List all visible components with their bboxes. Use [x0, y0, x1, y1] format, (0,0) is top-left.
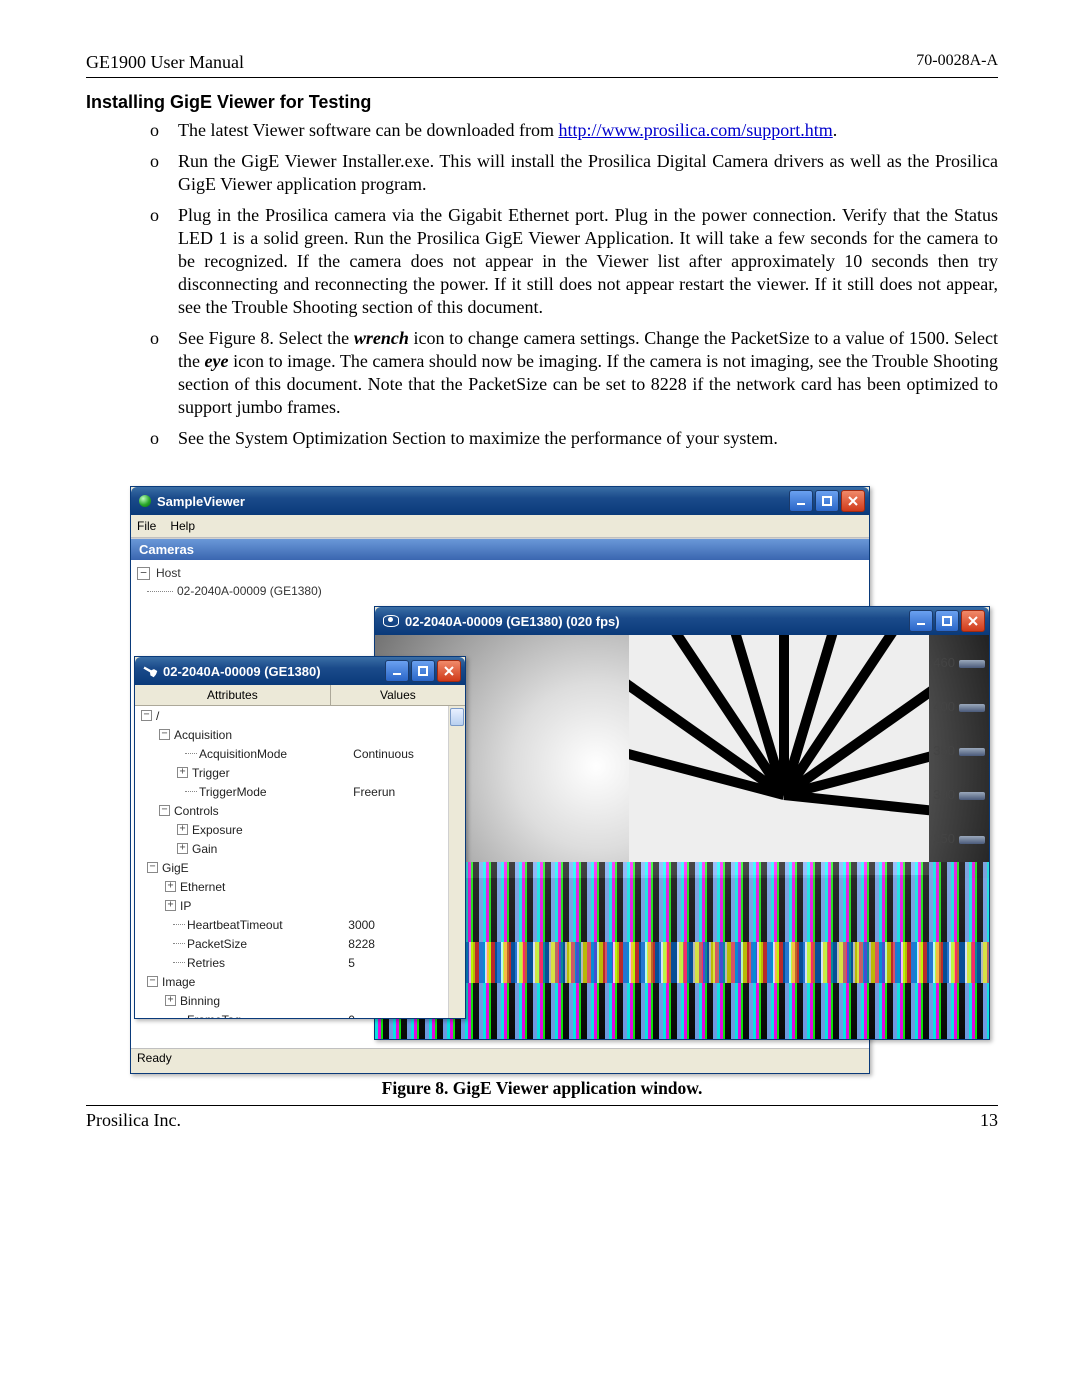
camera-image: 460 400 350 300 250 — [375, 635, 989, 1039]
expand-icon[interactable]: + — [165, 881, 176, 892]
minimize-button[interactable] — [789, 490, 813, 512]
attr-key: GigE — [162, 861, 189, 875]
collapse-icon[interactable]: − — [141, 710, 152, 721]
scrollbar-thumb[interactable] — [450, 708, 464, 726]
attr-key: / — [156, 709, 159, 723]
attr-row[interactable]: −/ — [135, 706, 465, 725]
app-icon — [139, 495, 151, 507]
attr-row[interactable]: TriggerModeFreerun — [135, 782, 465, 801]
attrwin-titlebar[interactable]: 02-2040A-00009 (GE1380) — [135, 657, 465, 685]
expand-icon[interactable]: + — [165, 995, 176, 1006]
imgwin-minimize-button[interactable] — [909, 610, 933, 632]
eye-icon — [383, 615, 399, 627]
attr-value: 3000 — [342, 918, 465, 932]
expand-icon[interactable]: + — [177, 767, 188, 778]
col-values[interactable]: Values — [331, 685, 465, 705]
sv-title: SampleViewer — [157, 494, 245, 509]
attr-row[interactable]: PacketSize 8228 — [135, 934, 465, 953]
footer-left: Prosilica Inc. — [86, 1110, 181, 1131]
tree-camera-row[interactable]: 02-2040A-00009 (GE1380) — [137, 582, 863, 600]
attr-row[interactable]: + Exposure — [135, 820, 465, 839]
footer-right: 13 — [980, 1110, 998, 1131]
bullet-2: Run the GigE Viewer Installer.exe. This … — [150, 150, 998, 196]
sv-titlebar[interactable]: SampleViewer — [131, 487, 869, 515]
attr-value: 5 — [342, 956, 465, 970]
col-attributes[interactable]: Attributes — [135, 685, 331, 705]
attr-scrollbar[interactable] — [448, 706, 465, 1018]
wrench-icon — [141, 663, 159, 680]
attr-row[interactable]: + Gain — [135, 839, 465, 858]
attr-key: FrameTag — [187, 1013, 241, 1019]
bullet-3: Plug in the Prosilica camera via the Gig… — [150, 204, 998, 319]
attributes-window: 02-2040A-00009 (GE1380) Attributes Value… — [134, 656, 466, 1019]
expand-icon[interactable]: + — [177, 843, 188, 854]
bullet-1: The latest Viewer software can be downlo… — [150, 119, 998, 142]
attr-row[interactable]: + IP — [135, 896, 465, 915]
attr-row[interactable]: Retries 5 — [135, 953, 465, 972]
ruler-labels: 460 400 350 300 250 — [933, 641, 985, 861]
attr-row[interactable]: −Image — [135, 972, 465, 991]
attr-row[interactable]: HeartbeatTimeout 3000 — [135, 915, 465, 934]
attr-header: Attributes Values — [135, 685, 465, 706]
attr-key: AcquisitionMode — [199, 747, 287, 761]
bullet-4: See Figure 8. Select the wrench icon to … — [150, 327, 998, 419]
expand-icon[interactable]: + — [177, 824, 188, 835]
section-title: Installing GigE Viewer for Testing — [86, 92, 998, 113]
imgwin-maximize-button[interactable] — [935, 610, 959, 632]
tree-host-row[interactable]: − Host — [137, 564, 863, 582]
attr-key: HeartbeatTimeout — [187, 918, 283, 932]
imgwin-close-button[interactable] — [961, 610, 985, 632]
collapse-icon[interactable]: − — [159, 729, 170, 740]
attr-key: Exposure — [192, 823, 243, 837]
rule-bottom — [86, 1105, 998, 1106]
expand-icon[interactable]: + — [165, 900, 176, 911]
attr-row[interactable]: + Binning — [135, 991, 465, 1010]
attr-value: 0 — [342, 1013, 465, 1019]
figure-caption: Figure 8. GigE Viewer application window… — [86, 1078, 998, 1099]
header-left: GE1900 User Manual — [86, 52, 244, 73]
attr-key: Ethernet — [180, 880, 225, 894]
rule-top — [86, 77, 998, 78]
attr-key: Binning — [180, 994, 220, 1008]
attr-row[interactable]: + Ethernet — [135, 877, 465, 896]
attr-key: Image — [162, 975, 195, 989]
attr-key: TriggerMode — [199, 785, 267, 799]
attr-value: 8228 — [342, 937, 465, 951]
attr-row[interactable]: −GigE — [135, 858, 465, 877]
collapse-icon[interactable]: − — [159, 805, 170, 816]
collapse-icon[interactable]: − — [147, 862, 158, 873]
menubar: File Help — [131, 515, 869, 538]
close-button[interactable] — [841, 490, 865, 512]
menu-help[interactable]: Help — [170, 519, 195, 533]
collapse-icon[interactable]: − — [147, 976, 158, 987]
statusbar: Ready — [131, 1048, 869, 1073]
attr-row[interactable]: AcquisitionModeContinuous — [135, 744, 465, 763]
attr-key: Acquisition — [174, 728, 232, 742]
download-link[interactable]: http://www.prosilica.com/support.htm — [558, 120, 832, 140]
header-right: 70-0028A-A — [916, 52, 998, 73]
attr-row[interactable]: + Trigger — [135, 763, 465, 782]
attrwin-close-button[interactable] — [437, 660, 461, 682]
attr-key: Gain — [192, 842, 217, 856]
maximize-button[interactable] — [815, 490, 839, 512]
attrwin-minimize-button[interactable] — [385, 660, 409, 682]
menu-file[interactable]: File — [137, 519, 156, 533]
attr-key: Trigger — [192, 766, 230, 780]
attr-row[interactable]: −Controls — [135, 801, 465, 820]
attr-key: Controls — [174, 804, 219, 818]
attr-row[interactable]: −Acquisition — [135, 725, 465, 744]
tree-collapse-icon[interactable]: − — [137, 567, 150, 580]
cameras-pane-label: Cameras — [131, 538, 869, 560]
attrwin-maximize-button[interactable] — [411, 660, 435, 682]
image-window-titlebar[interactable]: 02-2040A-00009 (GE1380) (020 fps) — [375, 607, 989, 635]
attr-key: PacketSize — [187, 937, 247, 951]
attr-row[interactable]: FrameTag 0 — [135, 1010, 465, 1018]
bullet-5: See the System Optimization Section to m… — [150, 427, 998, 450]
attr-key: IP — [180, 899, 191, 913]
image-window: 02-2040A-00009 (GE1380) (020 fps) — [374, 606, 990, 1040]
attr-key: Retries — [187, 956, 225, 970]
